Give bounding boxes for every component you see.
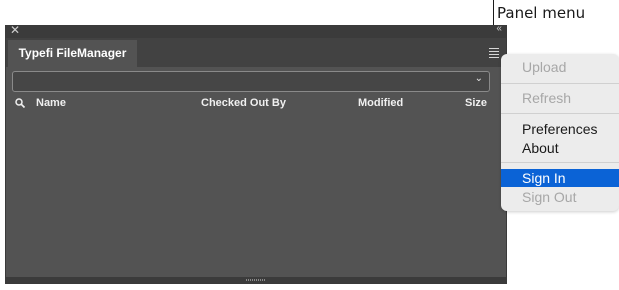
column-size[interactable]: Size bbox=[465, 97, 487, 109]
close-icon[interactable]: ✕ bbox=[10, 23, 20, 37]
panel-menu-icon[interactable] bbox=[489, 48, 499, 60]
menu-item-preferences[interactable]: Preferences bbox=[501, 120, 619, 138]
panel-tabbar: Typefi FileManager bbox=[6, 38, 506, 67]
menu-item-sign-out[interactable]: Sign Out bbox=[501, 188, 619, 206]
panel-titlebar: ✕ ‹‹ bbox=[6, 23, 506, 38]
menu-item-upload[interactable]: Upload bbox=[501, 58, 619, 76]
location-dropdown[interactable]: ⌄ bbox=[12, 71, 490, 92]
menu-item-sign-in[interactable]: Sign In bbox=[501, 169, 619, 187]
collapse-icon[interactable]: ‹‹ bbox=[496, 23, 502, 34]
column-checked-out-by[interactable]: Checked Out By bbox=[201, 97, 286, 109]
menu-separator bbox=[501, 113, 619, 114]
column-name[interactable]: Name bbox=[36, 97, 66, 109]
menu-separator bbox=[501, 162, 619, 163]
search-icon[interactable] bbox=[15, 98, 25, 108]
column-modified[interactable]: Modified bbox=[358, 97, 403, 109]
menu-separator bbox=[501, 83, 619, 84]
callout-label: Panel menu bbox=[497, 4, 586, 22]
file-manager-panel: ✕ ‹‹ Typefi FileManager ⌄ Name Checked O… bbox=[5, 23, 507, 284]
resize-grip[interactable] bbox=[246, 279, 266, 281]
file-list-header: Name Checked Out By Modified Size bbox=[6, 96, 506, 112]
tab-typefi-filemanager[interactable]: Typefi FileManager bbox=[8, 40, 137, 67]
chevron-down-icon: ⌄ bbox=[474, 73, 483, 84]
panel-flyout-menu: Upload Refresh Preferences About Sign In… bbox=[501, 54, 619, 211]
menu-item-refresh[interactable]: Refresh bbox=[501, 89, 619, 107]
menu-item-about[interactable]: About bbox=[501, 139, 619, 157]
panel-statusbar bbox=[6, 277, 506, 283]
